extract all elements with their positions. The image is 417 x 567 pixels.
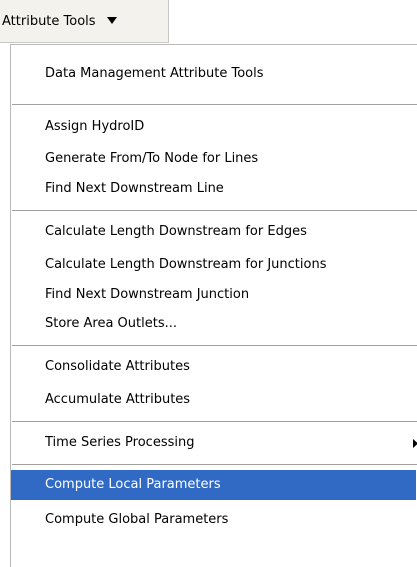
menu-item-label: Compute Local Parameters (45, 477, 221, 492)
menu-item-label: Generate From/To Node for Lines (45, 151, 259, 166)
menu-item-label: Store Area Outlets... (45, 316, 177, 331)
menu-separator (12, 210, 417, 212)
menu-title: Attribute Tools (2, 14, 96, 29)
menu-item-time-series-processing[interactable]: Time Series Processing (11, 428, 417, 458)
menu-item-label: Find Next Downstream Junction (45, 287, 250, 302)
menu-item-store-area-outlets[interactable]: Store Area Outlets... (11, 309, 416, 339)
menu-item-find-next-downstream-line[interactable]: Find Next Downstream Line (11, 174, 416, 204)
menu-item-label: Compute Global Parameters (45, 512, 229, 527)
menu-item-label: Consolidate Attributes (45, 359, 190, 374)
menu-item-accumulate-attributes[interactable]: Accumulate Attributes (11, 385, 416, 415)
caret-down-icon (106, 0, 117, 25)
chevron-right-icon (413, 428, 417, 458)
menu-item-find-next-downstream-junction[interactable]: Find Next Downstream Junction (11, 280, 416, 310)
attribute-tools-dropdown-menu: Data Management Attribute Tools Assign H… (10, 44, 417, 567)
menu-item-label: Find Next Downstream Line (45, 181, 224, 196)
attribute-tools-menu-button[interactable]: Attribute Tools (0, 0, 169, 43)
menu-item-calc-length-downstream-junctions[interactable]: Calculate Length Downstream for Junction… (11, 250, 416, 280)
menu-item-label: Data Management Attribute Tools (45, 66, 264, 81)
menu-item-consolidate-attributes[interactable]: Consolidate Attributes (11, 352, 416, 382)
menu-item-label: Accumulate Attributes (45, 392, 191, 407)
menu-item-calc-length-downstream-edges[interactable]: Calculate Length Downstream for Edges (11, 217, 416, 247)
menu-item-label: Time Series Processing (45, 435, 195, 450)
menu-item-label: Calculate Length Downstream for Junction… (45, 257, 327, 272)
menu-item-compute-local-parameters[interactable]: Compute Local Parameters (11, 470, 416, 500)
menu-item-label: Assign HydroID (45, 119, 145, 134)
menu-separator (12, 104, 417, 106)
menu-item-generate-from-to-node[interactable]: Generate From/To Node for Lines (11, 144, 416, 174)
menu-separator (12, 345, 417, 347)
menu-separator (12, 464, 417, 466)
menu-item-assign-hydroid[interactable]: Assign HydroID (11, 112, 416, 142)
menu-item-data-management-attribute-tools[interactable]: Data Management Attribute Tools (11, 59, 416, 89)
menu-item-compute-global-parameters[interactable]: Compute Global Parameters (11, 505, 416, 535)
menu-item-label: Calculate Length Downstream for Edges (45, 224, 307, 239)
menu-bar: Attribute Tools (0, 0, 417, 44)
menu-separator (12, 421, 417, 423)
